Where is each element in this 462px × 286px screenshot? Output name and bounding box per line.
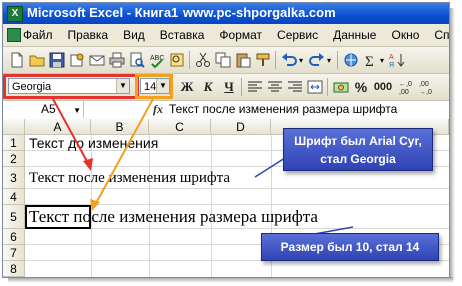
size-change-callout: Размер был 10, стал 14 — [261, 233, 439, 261]
font-callout-line2: стал Georgia — [320, 152, 396, 166]
font-callout-line1: Шрифт был Arial Cyr, — [294, 134, 422, 148]
excel-window: X Microsoft Excel - Книга1 www.pc-shporg… — [2, 2, 450, 278]
orange-arrow — [94, 98, 154, 206]
font-callout-pointer — [254, 157, 286, 178]
red-arrow — [52, 98, 90, 166]
font-change-callout: Шрифт был Arial Cyr, стал Georgia — [283, 128, 433, 171]
red-arrowhead — [83, 158, 93, 171]
orange-arrowhead — [90, 199, 100, 211]
